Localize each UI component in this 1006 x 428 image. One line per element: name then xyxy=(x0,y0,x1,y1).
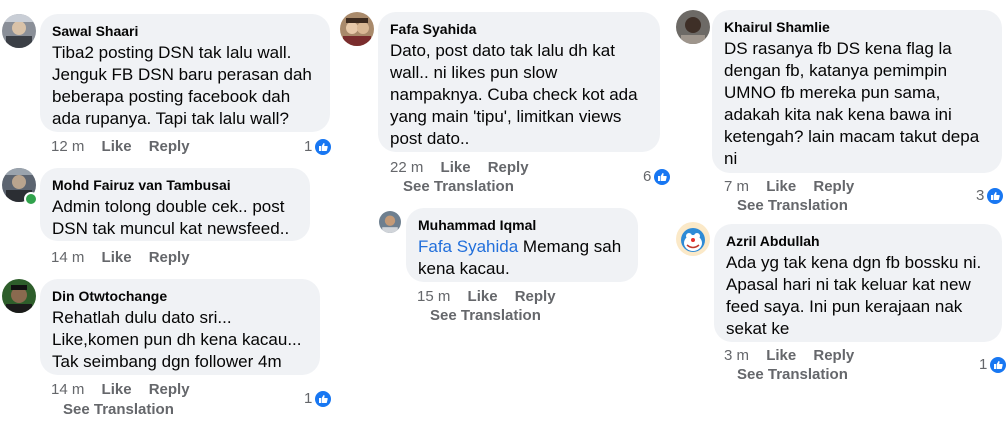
reaction-number: 3 xyxy=(976,187,985,204)
like-reaction-icon xyxy=(654,169,671,185)
comment-actions: 15 m Like Reply xyxy=(417,287,569,307)
comment-bubble: Din Otwtochange Rehatlah dulu dato sri..… xyxy=(40,279,320,375)
avatar[interactable] xyxy=(379,211,401,233)
comment-bubble: Khairul Shamlie DS rasanya fb DS kena fl… xyxy=(712,10,1002,173)
comment-time[interactable]: 22 m xyxy=(390,159,423,176)
commenter-name[interactable]: Khairul Shamlie xyxy=(724,18,990,36)
comment-time[interactable]: 3 m xyxy=(724,347,749,364)
reaction-number: 6 xyxy=(643,168,652,185)
comment-actions: 12 m Like Reply xyxy=(51,137,203,157)
comment-bubble: Muhammad Iqmal Fafa Syahida Memang sah k… xyxy=(406,208,638,282)
reply-button[interactable]: Reply xyxy=(515,288,556,305)
comment-time[interactable]: 12 m xyxy=(51,138,84,155)
reaction-count[interactable]: 1 xyxy=(304,390,332,408)
comment-text: DS rasanya fb DS kena flag la dengan fb,… xyxy=(724,39,980,168)
reply-button[interactable]: Reply xyxy=(149,249,190,266)
avatar[interactable] xyxy=(676,222,710,256)
comment-bubble: Sawal Shaari Tiba2 posting DSN tak lalu … xyxy=(40,14,330,132)
reaction-count[interactable]: 1 xyxy=(304,138,332,156)
reaction-count[interactable]: 6 xyxy=(643,168,671,186)
commenter-name[interactable]: Sawal Shaari xyxy=(52,22,318,40)
like-reaction-icon xyxy=(315,139,332,155)
comment-actions: 3 m Like Reply xyxy=(724,346,867,366)
avatar[interactable] xyxy=(2,14,36,48)
commenter-name[interactable]: Mohd Fairuz van Tambusai xyxy=(52,176,298,194)
like-button[interactable]: Like xyxy=(102,138,132,155)
reply-button[interactable]: Reply xyxy=(149,381,190,398)
mentioned-user-link[interactable]: Fafa Syahida xyxy=(418,237,518,256)
comment-time[interactable]: 14 m xyxy=(51,249,84,266)
comment-actions: 22 m Like Reply xyxy=(390,158,542,178)
see-translation-link[interactable]: See Translation xyxy=(63,400,174,419)
reply-button[interactable]: Reply xyxy=(813,178,854,195)
reaction-number: 1 xyxy=(304,390,313,407)
comment-actions: 14 m Like Reply xyxy=(51,248,203,268)
comment-actions: 7 m Like Reply xyxy=(724,177,867,197)
avatar[interactable] xyxy=(2,279,36,313)
reaction-number: 1 xyxy=(979,356,988,373)
comment-time[interactable]: 14 m xyxy=(51,381,84,398)
comment-text: Tiba2 posting DSN tak lalu wall. Jenguk … xyxy=(52,43,312,128)
reply-button[interactable]: Reply xyxy=(488,159,529,176)
see-translation-link[interactable]: See Translation xyxy=(737,365,848,384)
comment-bubble: Azril Abdullah Ada yg tak kena dgn fb bo… xyxy=(714,224,1002,342)
commenter-name[interactable]: Din Otwtochange xyxy=(52,287,308,305)
like-reaction-icon xyxy=(990,357,1006,373)
see-translation-link[interactable]: See Translation xyxy=(430,306,541,325)
comment-text: Rehatlah dulu dato sri... Like,komen pun… xyxy=(52,308,302,371)
reply-button[interactable]: Reply xyxy=(149,138,190,155)
online-status-icon xyxy=(24,192,38,206)
see-translation-link[interactable]: See Translation xyxy=(737,196,848,215)
like-button[interactable]: Like xyxy=(766,178,796,195)
like-button[interactable]: Like xyxy=(766,347,796,364)
comment-time[interactable]: 7 m xyxy=(724,178,749,195)
comment-text: Admin tolong double cek.. post DSN tak m… xyxy=(52,197,290,238)
comment-text: Ada yg tak kena dgn fb bossku ni. Apasal… xyxy=(726,253,982,338)
see-translation-link[interactable]: See Translation xyxy=(403,177,514,196)
avatar[interactable] xyxy=(340,12,374,46)
like-button[interactable]: Like xyxy=(102,381,132,398)
reply-button[interactable]: Reply xyxy=(813,347,854,364)
comment-bubble: Mohd Fairuz van Tambusai Admin tolong do… xyxy=(40,168,310,241)
like-reaction-icon xyxy=(315,391,332,407)
like-button[interactable]: Like xyxy=(441,159,471,176)
like-button[interactable]: Like xyxy=(102,249,132,266)
comment-time[interactable]: 15 m xyxy=(417,288,450,305)
like-reaction-icon xyxy=(987,188,1004,204)
reaction-count[interactable]: 3 xyxy=(976,187,1004,205)
like-button[interactable]: Like xyxy=(468,288,498,305)
commenter-name[interactable]: Azril Abdullah xyxy=(726,232,990,250)
commenter-name[interactable]: Fafa Syahida xyxy=(390,20,648,38)
comment-text: Fafa Syahida Memang sah kena kacau. xyxy=(418,236,626,280)
commenter-name[interactable]: Muhammad Iqmal xyxy=(418,216,626,234)
avatar[interactable] xyxy=(676,10,710,44)
comment-bubble: Fafa Syahida Dato, post dato tak lalu dh… xyxy=(378,12,660,152)
comment-text: Dato, post dato tak lalu dh kat wall.. n… xyxy=(390,41,638,148)
reaction-number: 1 xyxy=(304,138,313,155)
comment-actions: 14 m Like Reply xyxy=(51,380,203,400)
reaction-count[interactable]: 1 xyxy=(979,356,1006,374)
